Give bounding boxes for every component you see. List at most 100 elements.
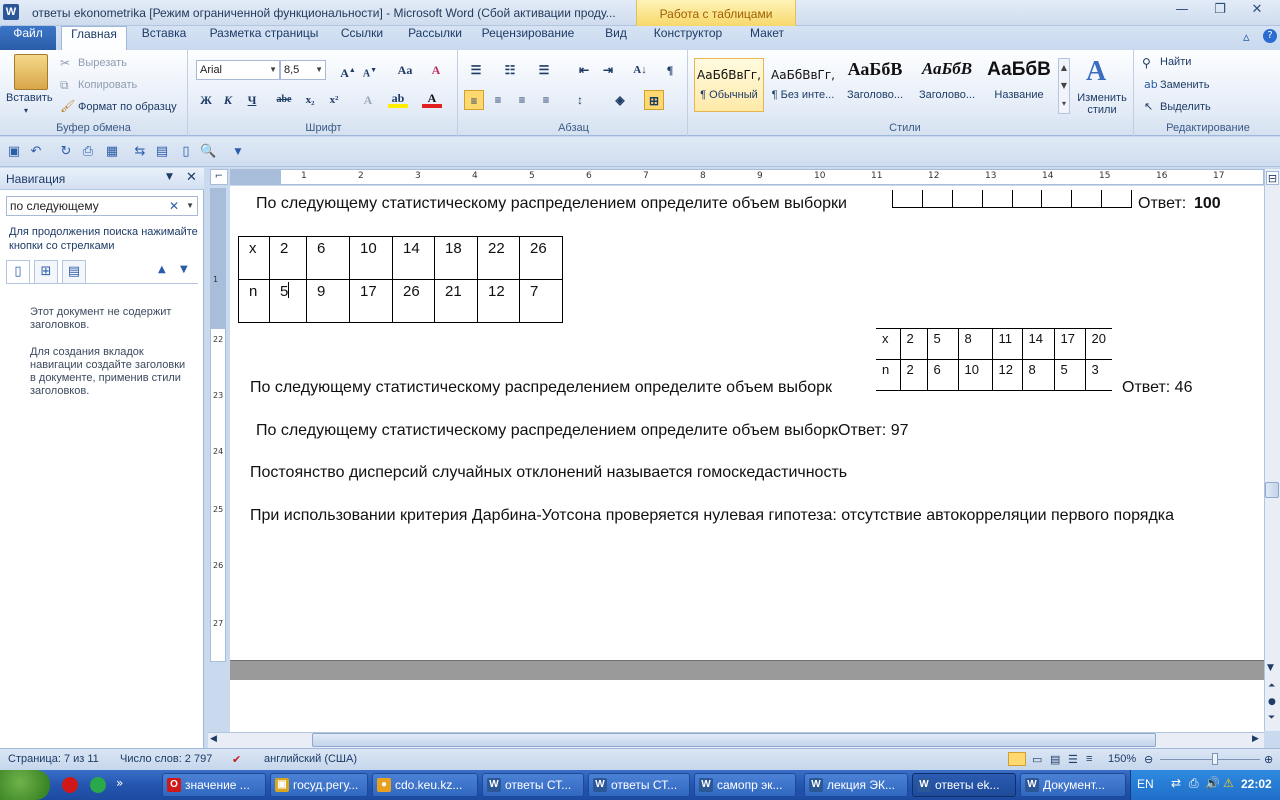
security-icon[interactable]: ⚠ (1223, 776, 1234, 790)
grow-font-icon[interactable]: A▲ (338, 60, 358, 80)
table-2[interactable]: x 2 5 8 11 14 17 20 n 2 6 10 12 8 5 3 (876, 328, 1112, 391)
save-icon[interactable]: ▣ (6, 144, 22, 160)
tab-review[interactable]: Рецензирование (478, 26, 578, 50)
chrome-icon[interactable] (90, 777, 106, 793)
italic-icon[interactable]: К (218, 90, 238, 110)
table-cell[interactable]: 14 (1021, 328, 1055, 360)
previous-page-icon[interactable]: ⏶ (1268, 681, 1275, 691)
table-cell[interactable]: 22 (477, 236, 520, 280)
language-indicator[interactable]: английский (США) (264, 753, 357, 765)
table-icon[interactable]: ▦ (104, 144, 120, 160)
cut-button[interactable]: Вырезать (78, 57, 127, 69)
decrease-indent-icon[interactable]: ⇤ (574, 60, 594, 80)
tab-layout[interactable]: Макет (740, 26, 794, 50)
table-cell[interactable]: x (238, 236, 270, 280)
table-cell[interactable]: 2 (899, 359, 928, 391)
zoom-slider-thumb[interactable] (1212, 753, 1218, 765)
borders-icon[interactable]: ⊞ (644, 90, 664, 110)
scroll-left-icon[interactable]: ◀ (210, 734, 217, 744)
increase-indent-icon[interactable]: ⇥ (598, 60, 618, 80)
customize-qat-icon[interactable]: ▼ (230, 144, 246, 160)
taskbar-item[interactable]: ● cdo.keu.kz... (372, 773, 478, 797)
font-size-select[interactable]: 8,5 ▼ (280, 60, 326, 80)
zoom-slider[interactable] (1160, 759, 1260, 760)
table-cell[interactable]: 10 (349, 236, 393, 280)
tab-selector-icon[interactable]: ⌐ (210, 169, 228, 185)
table-cell[interactable]: 21 (434, 279, 478, 323)
font-family-select[interactable]: Arial ▼ (196, 60, 280, 80)
horizontal-scroll-thumb[interactable] (312, 733, 1156, 747)
close-icon[interactable]: ✕ (1244, 2, 1270, 22)
insert-table-icon[interactable]: ▤ (154, 144, 170, 160)
taskbar-item[interactable]: Wответы СТ... (588, 773, 690, 797)
clear-format-icon[interactable]: A (426, 60, 446, 80)
zoom-out-icon[interactable]: ⊖ (1144, 753, 1153, 766)
table-1[interactable]: x 2 6 10 14 18 22 26 n 5 9 17 26 21 12 7 (238, 236, 563, 323)
chevron-down-icon[interactable]: ▼ (166, 172, 173, 182)
superscript-icon[interactable]: x² (324, 90, 344, 110)
columns-icon[interactable]: ⇆ (132, 144, 148, 160)
table-cell[interactable]: 2 (269, 236, 307, 280)
select-button[interactable]: Выделить (1160, 101, 1211, 113)
table-cell[interactable]: 3 (1084, 359, 1112, 391)
ribbon-minimize-icon[interactable]: ▵ (1243, 30, 1250, 45)
scroll-down-icon[interactable]: ▼ (1267, 663, 1274, 673)
volume-icon[interactable]: 🔊 (1205, 776, 1220, 790)
change-styles-button[interactable]: Изменить стили (1074, 92, 1130, 116)
word-count[interactable]: Число слов: 2 797 (120, 753, 212, 765)
tab-file[interactable]: Файл (0, 26, 56, 50)
align-right-icon[interactable]: ≡ (512, 90, 532, 110)
next-page[interactable] (230, 680, 1264, 732)
web-layout-icon[interactable]: ▤ (1050, 753, 1060, 766)
print-preview-icon[interactable]: 🔍 (200, 144, 216, 160)
horizontal-ruler[interactable]: 1 2 3 4 5 6 7 8 9 10 11 12 13 14 15 16 17 (230, 169, 1264, 185)
table-cell[interactable]: 6 (306, 236, 350, 280)
chevron-down-icon[interactable]: ▾ (24, 106, 28, 115)
browse-object-icon[interactable]: ● (1268, 697, 1276, 707)
help-icon[interactable]: ? (1263, 29, 1277, 43)
style-normal[interactable]: АаБбВвГг, ¶ Обычный (694, 58, 764, 112)
page-counter[interactable]: Страница: 7 из 11 (8, 753, 99, 765)
tab-mailings[interactable]: Рассылки (400, 26, 470, 50)
close-icon[interactable]: ✕ (186, 170, 197, 185)
network-icon[interactable]: ⇄ (1171, 776, 1181, 790)
word-app-icon[interactable]: W (3, 4, 19, 20)
style-no-spacing[interactable]: АаБбВвГг, ¶ Без инте... (768, 58, 838, 112)
paste-icon[interactable] (14, 54, 48, 90)
align-left-icon[interactable]: ≡ (464, 90, 484, 110)
styles-scroll[interactable]: ▲ ▼ ▾ (1058, 58, 1070, 114)
bold-icon[interactable]: Ж (196, 90, 216, 110)
find-button[interactable]: Найти (1160, 56, 1191, 68)
tab-view[interactable]: Вид (595, 26, 637, 50)
language-bar[interactable]: EN (1137, 777, 1154, 791)
clock[interactable]: 22:02 (1241, 777, 1272, 791)
shrink-font-icon[interactable]: A▼ (360, 60, 380, 80)
table-cell[interactable]: 7 (519, 279, 563, 323)
print-icon[interactable]: ⎙ (80, 144, 96, 160)
multilevel-list-icon[interactable]: ☰ (534, 60, 554, 80)
page-icon[interactable]: ▯ (178, 144, 194, 160)
paste-button[interactable]: Вставить (6, 92, 53, 104)
zoom-in-icon[interactable]: ⊕ (1264, 753, 1273, 766)
numbering-icon[interactable]: ☷ (500, 60, 520, 80)
table-cell[interactable]: 26 (392, 279, 435, 323)
proofing-icon[interactable]: ✔ (232, 753, 241, 766)
table-cell[interactable]: 8 (957, 328, 993, 360)
highlight-icon[interactable]: ab (388, 90, 408, 108)
style-heading-1[interactable]: АаБбВ Заголово... (840, 58, 910, 112)
subscript-icon[interactable]: x₂ (300, 90, 320, 110)
next-result-icon[interactable]: ▼ (180, 264, 188, 275)
shading-icon[interactable]: ◈ (610, 90, 630, 110)
outline-icon[interactable]: ☰ (1068, 753, 1078, 766)
taskbar-item[interactable]: ▣ госуд.регу... (270, 773, 368, 797)
redo-icon[interactable]: ↻ (58, 144, 74, 160)
maximize-icon[interactable]: ❐ (1207, 2, 1233, 22)
pages-tab-icon[interactable]: ⊞ (34, 260, 58, 284)
taskbar-item[interactable]: Wответы СТ... (482, 773, 584, 797)
full-screen-icon[interactable]: ▭ (1032, 753, 1042, 766)
table-cell[interactable]: n (238, 279, 270, 323)
justify-icon[interactable]: ≡ (536, 90, 556, 110)
vertical-scrollbar[interactable]: ⊟ ▼ ⏶ ● ⏷ (1264, 169, 1280, 731)
table-cell[interactable]: 5 (926, 328, 959, 360)
nav-search-input[interactable]: по следующему ✕ ▼ (6, 196, 198, 216)
